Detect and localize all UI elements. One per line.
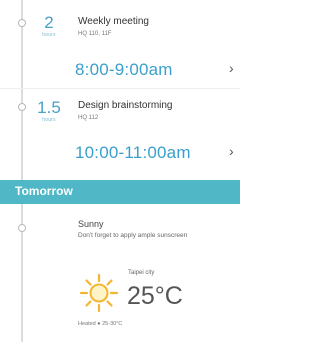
event-title[interactable]: Design brainstorming: [78, 100, 173, 111]
timeline-node: [18, 224, 26, 232]
event-title[interactable]: Weekly meeting: [78, 16, 149, 27]
duration-value: 1.5: [37, 98, 61, 117]
timeline-node: [18, 103, 26, 111]
event-time[interactable]: 8:00-9:00am: [75, 60, 173, 80]
weather-footer: Heated ● 25-30°C: [78, 321, 123, 327]
chevron-right-icon[interactable]: ›: [229, 60, 234, 76]
event-duration: 1.5 hours: [36, 98, 62, 124]
duration-unit: hours: [42, 32, 56, 38]
event-duration: 2 hours: [36, 13, 62, 39]
duration-value: 2: [44, 13, 54, 32]
weather-city: Taipei city: [128, 270, 155, 276]
chevron-right-icon[interactable]: ›: [229, 143, 234, 159]
sun-icon: [79, 273, 119, 313]
weather-condition: Sunny: [78, 219, 104, 229]
tomorrow-banner: Tomorrow: [0, 180, 240, 204]
timeline-line: [21, 0, 23, 342]
event-location: HQ 112: [78, 115, 99, 121]
banner-label: Tomorrow: [15, 184, 73, 198]
duration-unit: hours: [42, 117, 56, 123]
weather-temperature: 25°C: [127, 282, 183, 310]
weather-note: Don't forget to apply ample sunscreen: [78, 232, 188, 239]
timeline-node: [18, 19, 26, 27]
event-time[interactable]: 10:00-11:00am: [75, 143, 191, 163]
divider: [0, 88, 240, 89]
event-location: HQ 110, 11F: [78, 31, 112, 37]
